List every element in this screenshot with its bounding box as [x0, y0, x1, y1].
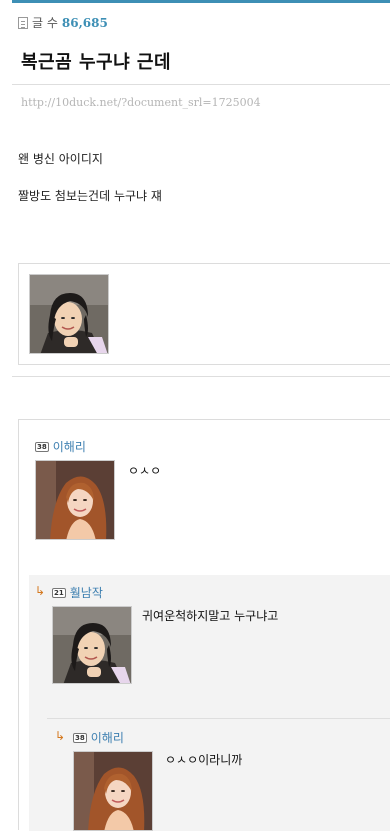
comment-author[interactable]: 38 이해리	[73, 729, 124, 746]
comment-author[interactable]: 21 훨남작	[52, 584, 103, 601]
reply-divider	[47, 718, 390, 719]
reply-arrow-icon: ↳	[35, 584, 46, 598]
reply-arrow-icon: ↳	[55, 729, 66, 743]
comment-text: ㅇㅅㅇ	[128, 464, 162, 478]
post-count: 글 수 86,685	[18, 14, 108, 31]
comment-author[interactable]: 38 이해리	[35, 438, 86, 455]
comment-photo[interactable]	[73, 751, 153, 831]
comment-text: 귀여운척하지말고 누구냐고	[142, 609, 279, 623]
comment-photo[interactable]	[52, 606, 132, 684]
post-title: 복근곰 누구냐 근데	[21, 52, 172, 73]
count-label: 글 수	[32, 16, 58, 30]
document-icon	[18, 16, 28, 29]
count-value: 86,685	[61, 15, 108, 30]
section-divider	[12, 376, 390, 377]
comment-author-name[interactable]: 이해리	[91, 729, 124, 746]
comment-photo[interactable]	[35, 460, 115, 540]
comment-text: ㅇㅅㅇ이라니까	[165, 753, 243, 767]
body-line-2: 짤방도 첨보는건데 누구냐 쟤	[18, 189, 162, 203]
comment-list: 38 이해리 ㅇㅅㅇ ↳ 21 훨남작 귀여운척하지말고 누구냐고 ↳ 38 이…	[18, 419, 390, 831]
comment-author-name[interactable]: 이해리	[53, 438, 86, 455]
body-line-1: 왠 병신 아이디지	[18, 152, 103, 166]
title-divider	[12, 84, 390, 85]
level-badge-icon: 38	[35, 441, 49, 452]
top-accent-bar	[12, 0, 390, 3]
post-image-box	[18, 263, 390, 365]
level-badge-icon: 38	[73, 732, 87, 743]
post-photo[interactable]	[29, 274, 109, 354]
comment-author-name[interactable]: 훨남작	[70, 584, 103, 601]
post-url-link[interactable]: http://10duck.net/?document_srl=1725004	[21, 96, 261, 109]
level-badge-icon: 21	[52, 587, 66, 598]
